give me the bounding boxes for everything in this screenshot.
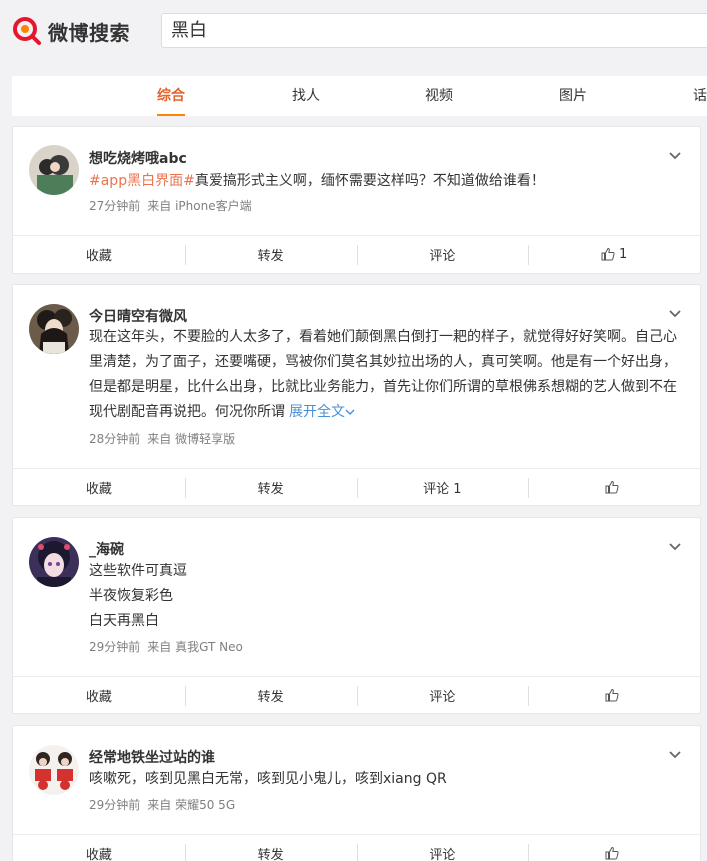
- tab-bar: 综合 找人 视频 图片 话: [12, 76, 707, 116]
- favorite-button[interactable]: 收藏: [13, 677, 185, 713]
- post-card: 经常地铁坐过站的谁 咳嗽死，咳到见黑白无常，咳到见小鬼儿，咳到xiang QR …: [12, 725, 701, 861]
- like-button[interactable]: [528, 835, 700, 861]
- comment-button[interactable]: 评论: [356, 677, 529, 713]
- like-button[interactable]: 1: [528, 236, 700, 272]
- like-count: 1: [618, 246, 628, 262]
- header: 微博搜索: [0, 0, 707, 64]
- post-line: 这些软件可真逗: [89, 563, 187, 579]
- tab-topics[interactable]: 话: [693, 76, 707, 116]
- post-time[interactable]: 29分钟前: [89, 798, 140, 812]
- chevron-down-icon[interactable]: [668, 307, 682, 321]
- post-author[interactable]: _海碗: [89, 539, 124, 559]
- comment-label: 评论: [429, 847, 456, 861]
- logo-search-icon: [13, 17, 41, 45]
- post-source: 来自 真我GT Neo: [147, 640, 243, 654]
- tab-video[interactable]: 视频: [425, 76, 453, 116]
- tab-all[interactable]: 综合: [157, 76, 185, 116]
- repost-label: 转发: [257, 689, 284, 705]
- avatar[interactable]: [29, 537, 79, 587]
- post-meta: 29分钟前 来自 荣耀50 5G: [89, 796, 235, 813]
- post-line: 半夜恢复彩色: [89, 588, 173, 604]
- favorite-button[interactable]: 收藏: [13, 236, 185, 272]
- chevron-down-icon[interactable]: [668, 748, 682, 762]
- favorite-label: 收藏: [85, 689, 112, 705]
- post-meta: 27分钟前 来自 iPhone客户端: [89, 197, 252, 214]
- thumbs-up-icon: [601, 247, 615, 261]
- repost-button[interactable]: 转发: [184, 677, 357, 713]
- avatar[interactable]: [29, 304, 79, 354]
- action-bar: 收藏 转发 评论 1: [13, 235, 700, 272]
- post-card: _海碗 这些软件可真逗 半夜恢复彩色 白天再黑白 29分钟前 来自 真我GT Ne…: [12, 517, 701, 714]
- weibo-search-logo[interactable]: 微博搜索: [12, 16, 130, 46]
- favorite-button[interactable]: 收藏: [13, 835, 185, 861]
- repost-label: 转发: [257, 481, 284, 497]
- repost-button[interactable]: 转发: [184, 469, 357, 505]
- post-text: 咳嗽死，咳到见黑白无常，咳到见小鬼儿，咳到xiang QR: [89, 767, 679, 792]
- comment-button[interactable]: 评论 1: [356, 469, 529, 505]
- action-bar: 收藏 转发 评论: [13, 676, 700, 713]
- repost-label: 转发: [257, 248, 284, 264]
- favorite-label: 收藏: [85, 248, 112, 264]
- post-source: 来自 荣耀50 5G: [147, 798, 236, 812]
- avatar[interactable]: [29, 145, 79, 195]
- thumbs-up-icon: [605, 480, 619, 494]
- action-bar: 收藏 转发 评论 1: [13, 468, 700, 505]
- post-time[interactable]: 28分钟前: [89, 432, 140, 446]
- favorite-label: 收藏: [85, 481, 112, 497]
- post-meta: 28分钟前 来自 微博轻享版: [89, 430, 235, 447]
- favorite-button[interactable]: 收藏: [13, 469, 185, 505]
- expand-label: 展开全文: [289, 404, 345, 420]
- post-source: 来自 微博轻享版: [147, 432, 236, 446]
- expand-full-text-link[interactable]: 展开全文: [289, 404, 355, 420]
- thumbs-up-icon: [605, 688, 619, 702]
- post-author[interactable]: 想吃烧烤哦abc: [89, 148, 187, 168]
- post-text: 现在这年头，不要脸的人太多了，看着她们颠倒黑白倒打一耙的样子，就觉得好好笑啊。自…: [89, 325, 684, 425]
- action-bar: 收藏 转发 评论: [13, 834, 700, 861]
- post-body: 咳嗽死，咳到见黑白无常，咳到见小鬼儿，咳到xiang QR: [89, 771, 447, 787]
- topic-link[interactable]: #app黑白界面#: [89, 173, 195, 189]
- like-button[interactable]: [528, 469, 700, 505]
- post-text: #app黑白界面#真爱搞形式主义啊，缅怀需要这样吗？不知道做给谁看！: [89, 169, 679, 194]
- search-box[interactable]: [161, 13, 707, 48]
- logo-text: 微博搜索: [48, 20, 130, 45]
- post-text: 这些软件可真逗 半夜恢复彩色 白天再黑白: [89, 559, 679, 634]
- favorite-label: 收藏: [85, 847, 112, 861]
- comment-label: 评论 1: [423, 481, 462, 497]
- tab-images[interactable]: 图片: [559, 76, 587, 116]
- post-body: 现在这年头，不要脸的人太多了，看着她们颠倒黑白倒打一耙的样子，就觉得好好笑啊。自…: [89, 329, 677, 420]
- search-input[interactable]: [162, 14, 707, 47]
- post-card: 今日晴空有微风 现在这年头，不要脸的人太多了，看着她们颠倒黑白倒打一耙的样子，就…: [12, 284, 701, 506]
- chevron-down-icon[interactable]: [668, 540, 682, 554]
- repost-button[interactable]: 转发: [184, 236, 357, 272]
- post-time[interactable]: 29分钟前: [89, 640, 140, 654]
- comment-label: 评论: [429, 689, 456, 705]
- repost-button[interactable]: 转发: [184, 835, 357, 861]
- repost-label: 转发: [257, 847, 284, 861]
- post-author[interactable]: 今日晴空有微风: [89, 306, 187, 326]
- comment-label: 评论: [429, 248, 456, 264]
- post-line: 白天再黑白: [89, 613, 159, 629]
- chevron-down-icon[interactable]: [668, 149, 682, 163]
- comment-button[interactable]: 评论: [356, 835, 529, 861]
- post-body: 真爱搞形式主义啊，缅怀需要这样吗？不知道做给谁看！: [194, 173, 545, 189]
- post-time[interactable]: 27分钟前: [89, 199, 140, 213]
- avatar[interactable]: [29, 745, 79, 795]
- thumbs-up-icon: [605, 846, 619, 860]
- like-button[interactable]: [528, 677, 700, 713]
- chevron-down-icon: [345, 409, 355, 415]
- post-card: 想吃烧烤哦abc #app黑白界面#真爱搞形式主义啊，缅怀需要这样吗？不知道做给…: [12, 126, 701, 274]
- post-meta: 29分钟前 来自 真我GT Neo: [89, 638, 243, 655]
- post-source: 来自 iPhone客户端: [147, 199, 252, 213]
- comment-button[interactable]: 评论: [356, 236, 529, 272]
- tab-users[interactable]: 找人: [292, 76, 320, 116]
- post-author[interactable]: 经常地铁坐过站的谁: [89, 747, 215, 767]
